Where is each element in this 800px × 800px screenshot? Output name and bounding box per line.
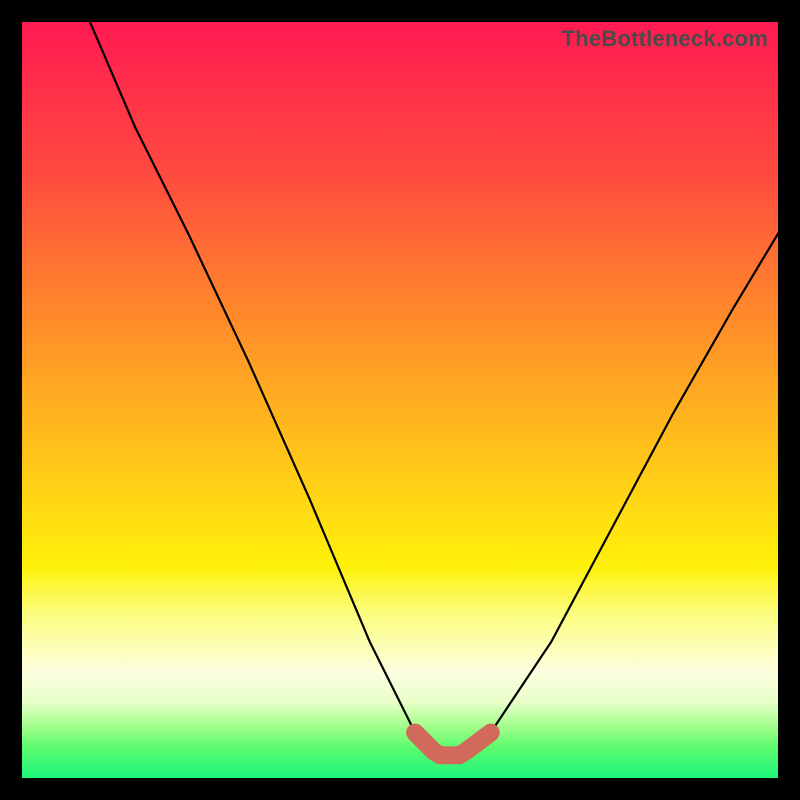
- curve-overlay: [22, 22, 778, 778]
- bottleneck-curve: [90, 22, 778, 755]
- chart-frame: TheBottleneck.com: [0, 0, 800, 800]
- plot-area: TheBottleneck.com: [22, 22, 778, 778]
- optimum-range-marker: [415, 733, 491, 756]
